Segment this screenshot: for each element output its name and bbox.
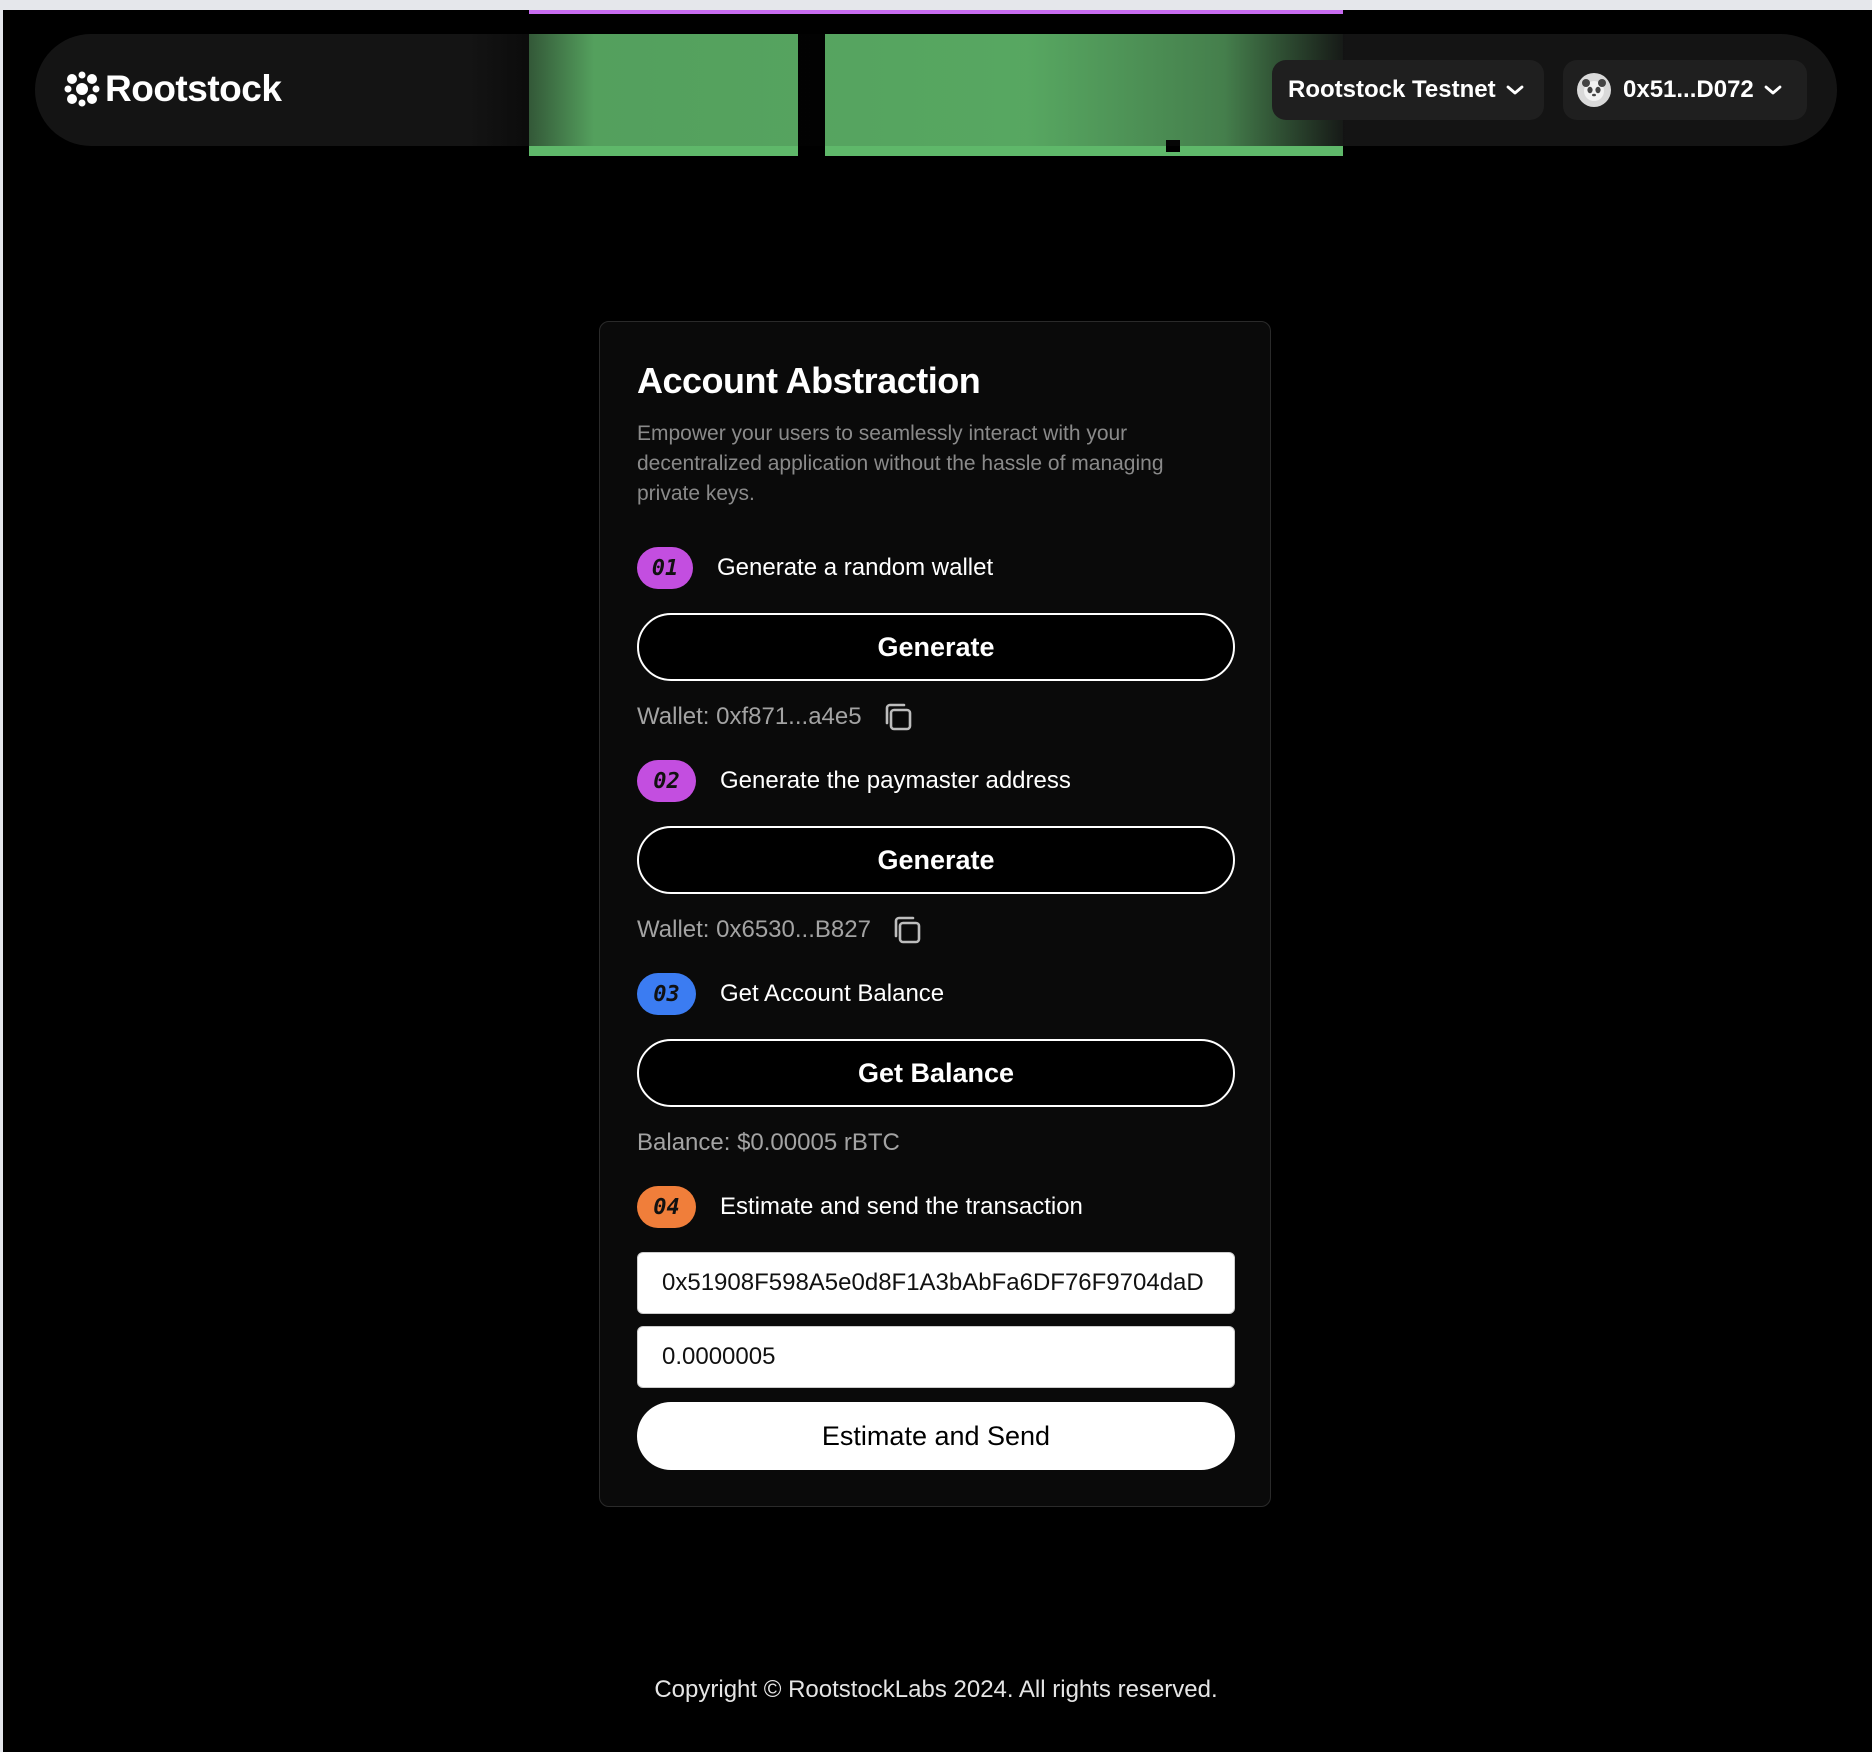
wallet-result-row: Wallet: 0xf871...a4e5 xyxy=(637,697,916,737)
step-1: 01 Generate a random wallet xyxy=(637,546,993,590)
step-3: 03 Get Account Balance xyxy=(637,972,944,1016)
amount-input[interactable] xyxy=(637,1326,1235,1388)
step-badge: 03 xyxy=(637,973,696,1015)
logo-text: Rootstock xyxy=(105,68,282,109)
network-selector[interactable]: Rootstock Testnet xyxy=(1272,60,1544,120)
get-balance-button[interactable]: Get Balance xyxy=(637,1039,1235,1107)
browser-top-strip xyxy=(0,0,1872,10)
account-address: 0x51...D072 xyxy=(1623,76,1754,103)
rootstock-logo[interactable]: Rootstock xyxy=(63,64,282,114)
panda-avatar-icon xyxy=(1577,73,1611,107)
step-badge: 02 xyxy=(637,760,696,802)
chevron-down-icon xyxy=(1764,85,1782,95)
rootstock-logo-icon xyxy=(64,71,100,107)
chevron-down-icon xyxy=(1506,85,1523,95)
balance-text: Balance: $0.00005 rBTC xyxy=(637,1129,900,1156)
generate-wallet-button[interactable]: Generate xyxy=(637,613,1235,681)
step-4: 04 Estimate and send the transaction xyxy=(637,1185,1083,1229)
account-abstraction-card: Account Abstraction Empower your users t… xyxy=(599,321,1271,1507)
network-label: Rootstock Testnet xyxy=(1288,76,1496,103)
card-title: Account Abstraction xyxy=(637,360,981,401)
copy-icon[interactable] xyxy=(880,699,916,735)
generate-paymaster-button[interactable]: Generate xyxy=(637,826,1235,894)
page: Rootstock Rootstock Testnet 0x51...D072 … xyxy=(0,0,1872,1752)
paymaster-result-row: Wallet: 0x6530...B827 xyxy=(637,910,925,950)
decorative-banner-stripe xyxy=(529,10,1343,14)
step-label: Generate a random wallet xyxy=(717,554,994,581)
account-selector[interactable]: 0x51...D072 xyxy=(1563,60,1807,120)
step-2: 02 Generate the paymaster address xyxy=(637,759,1071,803)
step-label: Generate the paymaster address xyxy=(720,767,1071,794)
wallet-address: Wallet: 0xf871...a4e5 xyxy=(637,703,862,730)
step-badge: 04 xyxy=(637,1186,696,1228)
browser-left-strip xyxy=(0,0,3,1752)
estimate-and-send-button[interactable]: Estimate and Send xyxy=(637,1402,1235,1470)
step-label: Estimate and send the transaction xyxy=(720,1193,1083,1220)
paymaster-address: Wallet: 0x6530...B827 xyxy=(637,916,871,943)
copy-icon[interactable] xyxy=(889,912,925,948)
step-label: Get Account Balance xyxy=(720,980,945,1007)
recipient-address-input[interactable] xyxy=(637,1252,1235,1314)
footer-copyright: Copyright © RootstockLabs 2024. All righ… xyxy=(654,1676,1218,1703)
balance-result-row: Balance: $0.00005 rBTC xyxy=(637,1123,900,1163)
step-badge: 01 xyxy=(637,547,693,589)
card-description: Empower your users to seamlessly interac… xyxy=(637,422,1164,505)
